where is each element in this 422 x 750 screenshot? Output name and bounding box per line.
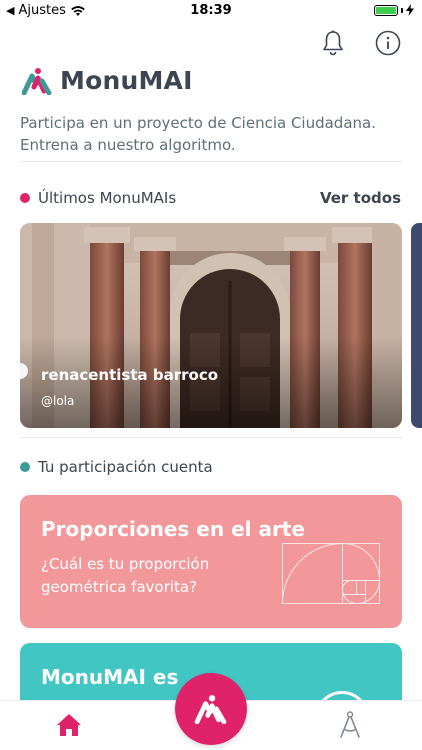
app-brand: MonuMAI (22, 66, 193, 95)
home-icon (57, 714, 81, 736)
status-bar: ◀ Ajustes 18:39 (0, 0, 422, 22)
bell-icon (323, 30, 343, 56)
compass-icon (340, 711, 360, 738)
divider (20, 161, 402, 162)
golden-spiral-icon (282, 543, 380, 604)
pink-dot-icon (20, 193, 30, 203)
latest-heading: Últimos MonuMAIs (38, 189, 177, 207)
camera-logo-icon (194, 695, 227, 724)
proportions-body: ¿Cuál es tu proporción geométrica favori… (41, 555, 210, 596)
see-all-link[interactable]: Ver todos (320, 189, 401, 207)
participation-section-header: Tu participación cuenta (20, 458, 213, 476)
info-icon (375, 30, 401, 56)
status-right (374, 4, 414, 16)
tab-compass[interactable] (338, 711, 362, 743)
status-time: 18:39 (190, 3, 232, 18)
participation-heading: Tu participación cuenta (38, 458, 213, 476)
app-name: MonuMAI (60, 66, 193, 95)
charging-icon (406, 4, 414, 16)
proportions-title: Proporciones en el arte (41, 517, 305, 541)
monumai-info-title: MonuMAI es (41, 665, 179, 689)
teal-dot-icon (20, 462, 30, 472)
next-monument-card[interactable] (411, 223, 422, 428)
app-subtitle: Participa en un proyecto de Ciencia Ciud… (20, 114, 376, 154)
notifications-button[interactable] (320, 30, 346, 56)
capture-button[interactable] (175, 673, 247, 745)
proportions-card[interactable]: Proporciones en el arte ¿Cuál es tu prop… (20, 495, 402, 628)
latest-section-header: Últimos MonuMAIs (20, 189, 176, 207)
card-title: renacentista barroco (41, 366, 219, 384)
info-button[interactable] (375, 30, 401, 56)
battery-icon (374, 4, 398, 16)
logo-icon (22, 67, 52, 95)
card-caption: renacentista barroco @lola (41, 366, 218, 408)
card-user: @lola (41, 394, 75, 408)
monument-card[interactable]: renacentista barroco @lola (20, 223, 402, 428)
tab-home[interactable] (56, 713, 82, 741)
divider (20, 437, 402, 438)
